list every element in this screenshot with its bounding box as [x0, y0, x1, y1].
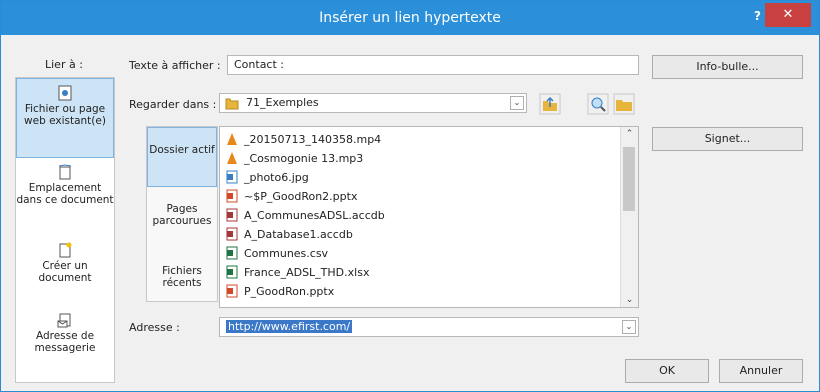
- insert-hyperlink-dialog: Insérer un lien hypertexte ? ✕ Lier à : …: [0, 0, 820, 392]
- title-bar[interactable]: Insérer un lien hypertexte ? ✕: [1, 1, 819, 35]
- file-list[interactable]: _20150713_140358.mp4 _Cosmogonie 13.mp3 _p…: [219, 126, 639, 308]
- display-text-input[interactable]: Contact :: [227, 55, 639, 75]
- email-address-icon: [57, 313, 71, 328]
- powerpoint-file-icon: [226, 189, 238, 203]
- help-button[interactable]: ?: [754, 1, 761, 31]
- file-list-item[interactable]: France_ADSL_THD.xlsx: [226, 264, 369, 282]
- file-list-item[interactable]: _photo6.jpg: [226, 169, 309, 187]
- link-place-in-document[interactable]: Emplacement dans ce document: [16, 164, 114, 224]
- tab-recent-files[interactable]: Fichiers récents: [147, 265, 217, 305]
- file-list-item[interactable]: _Cosmogonie 13.mp3: [226, 150, 363, 168]
- scroll-up-icon[interactable]: ⌃: [621, 129, 638, 139]
- file-name: ~$P_GoodRon2.pptx: [244, 190, 358, 203]
- file-name: A_Database1.accdb: [244, 228, 353, 241]
- tab-current-folder[interactable]: Dossier actif: [147, 127, 217, 187]
- link-existing-file-label: Fichier ou page web existant(e): [24, 103, 106, 127]
- link-place-in-document-label: Emplacement dans ce document: [16, 182, 114, 206]
- link-to-panel: Fichier ou page web existant(e) Emplacem…: [15, 77, 115, 383]
- folder-icon: [225, 98, 239, 110]
- file-name: A_CommunesADSL.accdb: [244, 209, 385, 222]
- file-name: _20150713_140358.mp4: [244, 133, 382, 146]
- vertical-scrollbar[interactable]: ⌃ ⌄: [620, 127, 638, 307]
- excel-file-icon: [226, 246, 238, 260]
- file-name: _photo6.jpg: [244, 171, 309, 184]
- access-file-icon: [226, 208, 238, 222]
- file-list-item[interactable]: Communes.csv: [226, 245, 328, 263]
- link-email-address-label: Adresse de messagerie: [34, 330, 96, 354]
- link-create-document[interactable]: Créer un document: [16, 242, 114, 292]
- new-document-icon: [59, 242, 72, 258]
- look-in-value: 71_Exemples: [246, 96, 319, 109]
- link-email-address[interactable]: Adresse de messagerie: [16, 312, 114, 362]
- bookmark-button[interactable]: Signet...: [652, 127, 803, 151]
- file-name: Communes.csv: [244, 247, 329, 260]
- access-file-icon: [226, 227, 238, 241]
- file-name: P_GoodRon.pptx: [244, 285, 335, 298]
- look-in-label: Regarder dans :: [129, 98, 217, 111]
- file-name: France_ADSL_THD.xlsx: [244, 266, 370, 279]
- address-combobox[interactable]: http://www.efirst.com/ ⌄: [219, 317, 639, 337]
- vlc-icon: [227, 133, 237, 145]
- ok-button[interactable]: OK: [625, 359, 709, 383]
- browse-file-icon[interactable]: [613, 93, 635, 115]
- file-list-item[interactable]: ~$P_GoodRon2.pptx: [226, 188, 357, 206]
- close-button[interactable]: ✕: [765, 3, 811, 27]
- look-in-combobox[interactable]: 71_Exemples ⌄: [219, 93, 527, 113]
- vlc-icon: [227, 152, 237, 164]
- scroll-down-icon[interactable]: ⌄: [621, 295, 638, 305]
- link-existing-file[interactable]: Fichier ou page web existant(e): [16, 78, 114, 158]
- display-text-label: Texte à afficher :: [129, 59, 221, 72]
- address-value[interactable]: http://www.efirst.com/: [226, 320, 353, 333]
- tab-browsed-pages[interactable]: Pages parcourues: [147, 203, 217, 243]
- tooltip-button[interactable]: Info-bulle...: [652, 55, 803, 79]
- dialog-title: Insérer un lien hypertexte: [319, 10, 501, 26]
- file-list-item[interactable]: P_GoodRon.pptx: [226, 283, 334, 301]
- chevron-down-icon[interactable]: ⌄: [510, 96, 524, 110]
- file-list-item[interactable]: _20150713_140358.mp4: [226, 131, 381, 149]
- chevron-down-icon[interactable]: ⌄: [622, 320, 636, 334]
- link-create-document-label: Créer un document: [38, 260, 92, 284]
- scrollbar-thumb[interactable]: [623, 147, 635, 211]
- powerpoint-file-icon: [226, 284, 238, 298]
- cancel-button[interactable]: Annuler: [719, 359, 803, 383]
- browse-web-icon[interactable]: [587, 93, 609, 115]
- file-view-tabs: Dossier actif Pages parcourues Fichiers …: [146, 126, 218, 302]
- file-list-item[interactable]: A_Database1.accdb: [226, 226, 353, 244]
- existing-file-icon: [58, 85, 72, 101]
- image-file-icon: [226, 170, 238, 184]
- up-one-folder-icon[interactable]: [539, 93, 561, 115]
- excel-file-icon: [226, 265, 238, 279]
- link-to-label: Lier à :: [45, 58, 83, 71]
- place-in-document-icon: [58, 164, 72, 180]
- address-label: Adresse :: [129, 321, 180, 334]
- file-list-item[interactable]: A_CommunesADSL.accdb: [226, 207, 385, 225]
- file-name: _Cosmogonie 13.mp3: [244, 152, 364, 165]
